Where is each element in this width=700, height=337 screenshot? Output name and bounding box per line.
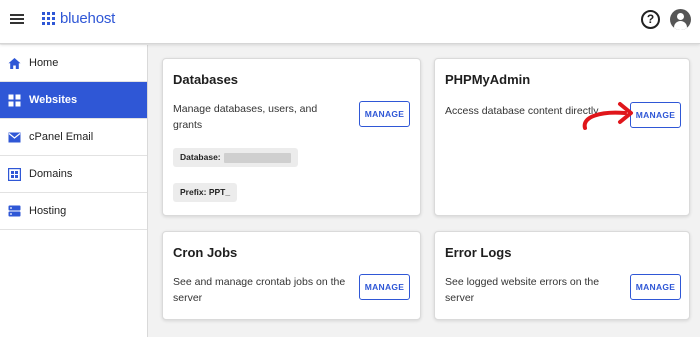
databases-manage-button[interactable]: MANAGE [359, 101, 410, 127]
databases-card: Databases Manage databases, users, and g… [162, 58, 421, 216]
card-title: Databases [173, 72, 239, 87]
brand-name: bluehost [60, 10, 116, 27]
hosting-icon [7, 204, 21, 218]
sidebar-item-home[interactable]: Home [0, 45, 147, 82]
account-icon[interactable] [670, 9, 691, 30]
domains-icon [7, 167, 21, 181]
logo-grid-icon [42, 12, 55, 25]
cron-jobs-manage-button[interactable]: MANAGE [359, 274, 410, 300]
error-logs-card: Error Logs See logged website errors on … [434, 231, 690, 320]
sidebar-item-label: Hosting [29, 205, 67, 217]
card-description: Access database content directly [445, 105, 599, 117]
sidebar-item-websites[interactable]: Websites [0, 82, 147, 119]
card-title: Error Logs [445, 245, 512, 260]
error-logs-manage-button[interactable]: MANAGE [630, 274, 681, 300]
card-description: Manage databases, users, and grants [173, 103, 318, 131]
prefix-chip: Prefix: PPT_ [173, 183, 238, 202]
home-icon [7, 56, 21, 70]
redacted-database-name [223, 152, 291, 163]
help-icon[interactable]: ? [641, 10, 660, 29]
menu-icon[interactable] [9, 12, 25, 26]
sidebar-item-label: cPanel Email [29, 131, 94, 143]
card-title: Cron Jobs [173, 245, 238, 260]
top-bar: bluehost ? [0, 0, 700, 44]
card-title: PHPMyAdmin [445, 72, 531, 87]
sidebar-item-cpanel-email[interactable]: cPanel Email [0, 119, 147, 156]
email-icon [7, 130, 21, 144]
sidebar-item-label: Websites [29, 94, 78, 106]
card-description: See logged website errors on the server [445, 276, 600, 304]
websites-icon [7, 93, 21, 107]
sidebar: Home Websites cPanel Email Domains Hosti… [0, 45, 148, 337]
bluehost-logo[interactable]: bluehost [42, 10, 115, 27]
sidebar-item-domains[interactable]: Domains [0, 156, 147, 193]
sidebar-item-label: Domains [29, 168, 73, 180]
database-label: Database: [180, 152, 221, 162]
sidebar-item-hosting[interactable]: Hosting [0, 193, 147, 230]
database-chip: Database: [173, 148, 298, 167]
card-description: See and manage crontab jobs on the serve… [173, 276, 346, 304]
phpmyadmin-manage-button[interactable]: MANAGE [630, 102, 681, 128]
cron-jobs-card: Cron Jobs See and manage crontab jobs on… [162, 231, 421, 320]
phpmyadmin-card: PHPMyAdmin Access database content direc… [434, 58, 690, 216]
sidebar-item-label: Home [29, 57, 59, 69]
